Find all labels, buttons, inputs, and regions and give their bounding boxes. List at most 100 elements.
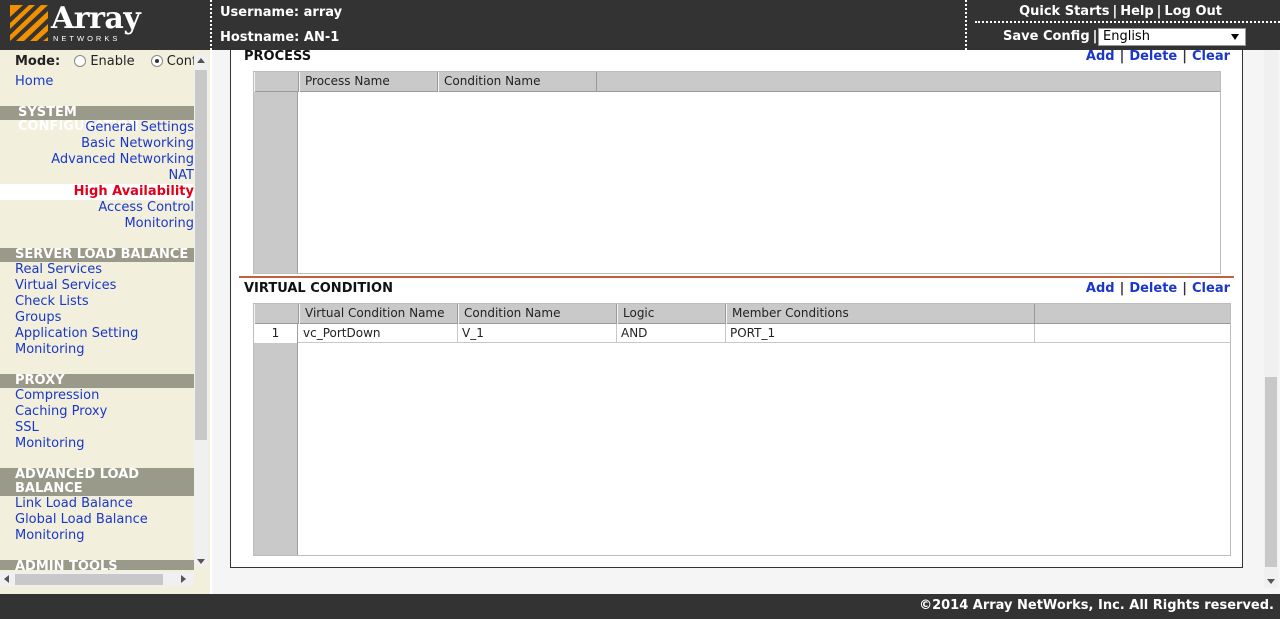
cell-condition-name[interactable]: V_1 bbox=[458, 324, 617, 343]
mode-enable-label: Enable bbox=[90, 54, 135, 69]
sidebar-item-caching-proxy[interactable]: Caching Proxy bbox=[15, 404, 107, 419]
link-separator: | bbox=[1092, 29, 1098, 44]
link-separator: | bbox=[1112, 4, 1118, 19]
sidebar-item-monitoring[interactable]: Monitoring bbox=[124, 216, 194, 231]
array-networks-logo[interactable]: Array NETWORKS bbox=[10, 1, 150, 45]
column-header-logic[interactable]: Logic bbox=[617, 304, 726, 324]
action-separator: | bbox=[1119, 49, 1125, 64]
process-table-header: Process Name Condition Name bbox=[254, 72, 1220, 92]
sidebar-item-high-availability[interactable]: High Availability bbox=[74, 184, 194, 199]
cell-logic[interactable]: AND bbox=[617, 324, 726, 343]
column-header-condition-name[interactable]: Condition Name bbox=[438, 72, 597, 92]
conditions-panel: PROCESS Add | Delete | Clear Process Name Co… bbox=[230, 49, 1243, 568]
action-separator: | bbox=[1119, 281, 1125, 296]
help-link[interactable]: Help bbox=[1120, 4, 1153, 19]
column-header-condition-name[interactable]: Condition Name bbox=[458, 304, 617, 324]
section-advanced-load-balance: ADVANCED LOAD BALANCE bbox=[0, 468, 194, 496]
cell-virtual-condition-name[interactable]: vc_PortDown bbox=[299, 324, 458, 343]
scroll-thumb[interactable] bbox=[195, 70, 207, 440]
mode-selector: Mode: Enable Config bbox=[15, 54, 194, 69]
header-divider bbox=[210, 0, 212, 50]
sidebar-item-advanced-networking[interactable]: Advanced Networking bbox=[51, 152, 194, 167]
header-divider-right bbox=[965, 0, 967, 50]
sidebar-item-check-lists[interactable]: Check Lists bbox=[15, 294, 89, 309]
sidebar-item-access-control[interactable]: Access Control bbox=[98, 200, 194, 215]
table-row[interactable]: 1 vc_PortDown V_1 AND PORT_1 bbox=[254, 324, 1230, 343]
sidebar-item-slb-monitoring[interactable]: Monitoring bbox=[15, 342, 85, 357]
quick-starts-link[interactable]: Quick Starts bbox=[1019, 4, 1109, 19]
link-separator: | bbox=[1156, 4, 1162, 19]
scroll-left-icon[interactable] bbox=[4, 575, 9, 583]
top-header: Array NETWORKS Username: array Hostname:… bbox=[0, 0, 1280, 50]
section-proxy: PROXY bbox=[0, 374, 194, 388]
sidebar-item-general-settings[interactable]: General Settings bbox=[85, 120, 194, 135]
scroll-down-icon[interactable] bbox=[1267, 579, 1275, 584]
copyright-text: ©2014 Array NetWorks, Inc. All Rights re… bbox=[919, 598, 1274, 613]
sidebar-item-home[interactable]: Home bbox=[15, 74, 53, 89]
virtual-condition-add-button[interactable]: Add bbox=[1086, 281, 1115, 296]
save-config-link[interactable]: Save Config bbox=[1003, 29, 1090, 44]
sidebar-item-compression[interactable]: Compression bbox=[15, 388, 99, 403]
process-section-title: PROCESS bbox=[244, 49, 312, 64]
logo-wordmark: Array bbox=[51, 1, 141, 36]
virtual-condition-section-title: VIRTUAL CONDITION bbox=[244, 281, 393, 296]
footer: ©2014 Array NetWorks, Inc. All Rights re… bbox=[0, 594, 1280, 619]
scroll-up-icon[interactable] bbox=[197, 58, 205, 63]
log-out-link[interactable]: Log Out bbox=[1164, 4, 1222, 19]
scroll-thumb[interactable] bbox=[15, 574, 163, 585]
row-number-header bbox=[254, 304, 299, 324]
sidebar-item-application-setting[interactable]: Application Setting bbox=[15, 326, 138, 341]
mode-config-radio[interactable] bbox=[150, 55, 163, 67]
section-title-line: BALANCE bbox=[15, 481, 83, 496]
virtual-condition-actions: Add | Delete | Clear bbox=[1086, 281, 1230, 296]
process-clear-button[interactable]: Clear bbox=[1192, 49, 1230, 64]
logo-subtext: NETWORKS bbox=[53, 34, 121, 43]
process-actions: Add | Delete | Clear bbox=[1086, 49, 1230, 64]
chevron-down-icon bbox=[1231, 34, 1239, 40]
row-number: 1 bbox=[254, 324, 298, 343]
mode-enable-radio[interactable] bbox=[74, 55, 87, 67]
sidebar-horizontal-scrollbar[interactable] bbox=[0, 572, 194, 586]
action-separator: | bbox=[1182, 281, 1187, 296]
sidebar-item-real-services[interactable]: Real Services bbox=[15, 262, 102, 277]
top-links: Quick Starts | Help | Log Out bbox=[1019, 4, 1222, 19]
sidebar-item-virtual-services[interactable]: Virtual Services bbox=[15, 278, 116, 293]
section-system-configuration: SYSTEM CONFIGURATION bbox=[0, 106, 194, 134]
virtual-condition-delete-button[interactable]: Delete bbox=[1129, 281, 1177, 296]
scroll-right-icon[interactable] bbox=[181, 575, 186, 583]
main-content: PROCESS Add | Delete | Clear Process Name Co… bbox=[212, 49, 1280, 594]
column-header-process-name[interactable]: Process Name bbox=[299, 72, 438, 92]
row-number-header bbox=[254, 72, 299, 92]
sidebar-item-ssl[interactable]: SSL bbox=[15, 420, 39, 435]
cell-member-conditions[interactable]: PORT_1 bbox=[726, 324, 1035, 343]
section-title-line: ADVANCED LOAD bbox=[15, 467, 140, 482]
sidebar-item-nat[interactable]: NAT bbox=[168, 168, 194, 183]
sidebar-item-link-load-balance[interactable]: Link Load Balance bbox=[15, 496, 133, 511]
section-divider bbox=[239, 276, 1234, 278]
sidebar: Mode: Enable Config Home SYSTEM CONFIGUR… bbox=[0, 50, 210, 594]
virtual-condition-clear-button[interactable]: Clear bbox=[1192, 281, 1230, 296]
logo-mark-icon bbox=[10, 5, 48, 41]
language-select[interactable]: English bbox=[1098, 28, 1246, 46]
scroll-thumb[interactable] bbox=[1265, 377, 1277, 567]
column-header-member-conditions[interactable]: Member Conditions bbox=[726, 304, 1035, 324]
sidebar-item-global-load-balance[interactable]: Global Load Balance bbox=[15, 512, 148, 527]
scroll-down-icon[interactable] bbox=[197, 559, 205, 564]
main-vertical-scrollbar[interactable] bbox=[1264, 50, 1278, 588]
header-dotted-rule bbox=[975, 21, 1280, 23]
process-table: Process Name Condition Name bbox=[253, 71, 1221, 274]
virtual-condition-table-header: Virtual Condition Name Condition Name Lo… bbox=[254, 304, 1230, 324]
column-header-virtual-condition-name[interactable]: Virtual Condition Name bbox=[299, 304, 458, 324]
section-server-load-balance: SERVER LOAD BALANCE bbox=[0, 248, 194, 262]
section-admin-tools: ADMIN TOOLS bbox=[0, 560, 194, 570]
save-config-row: Save Config | bbox=[1003, 29, 1100, 44]
sidebar-item-basic-networking[interactable]: Basic Networking bbox=[81, 136, 194, 151]
sidebar-item-proxy-monitoring[interactable]: Monitoring bbox=[15, 436, 85, 451]
process-add-button[interactable]: Add bbox=[1086, 49, 1115, 64]
process-delete-button[interactable]: Delete bbox=[1129, 49, 1177, 64]
row-number-column bbox=[254, 72, 298, 273]
sidebar-item-alb-monitoring[interactable]: Monitoring bbox=[15, 528, 85, 543]
sidebar-item-groups[interactable]: Groups bbox=[15, 310, 61, 325]
sidebar-vertical-scrollbar[interactable] bbox=[194, 54, 208, 566]
mode-config-label: Config bbox=[166, 54, 194, 69]
